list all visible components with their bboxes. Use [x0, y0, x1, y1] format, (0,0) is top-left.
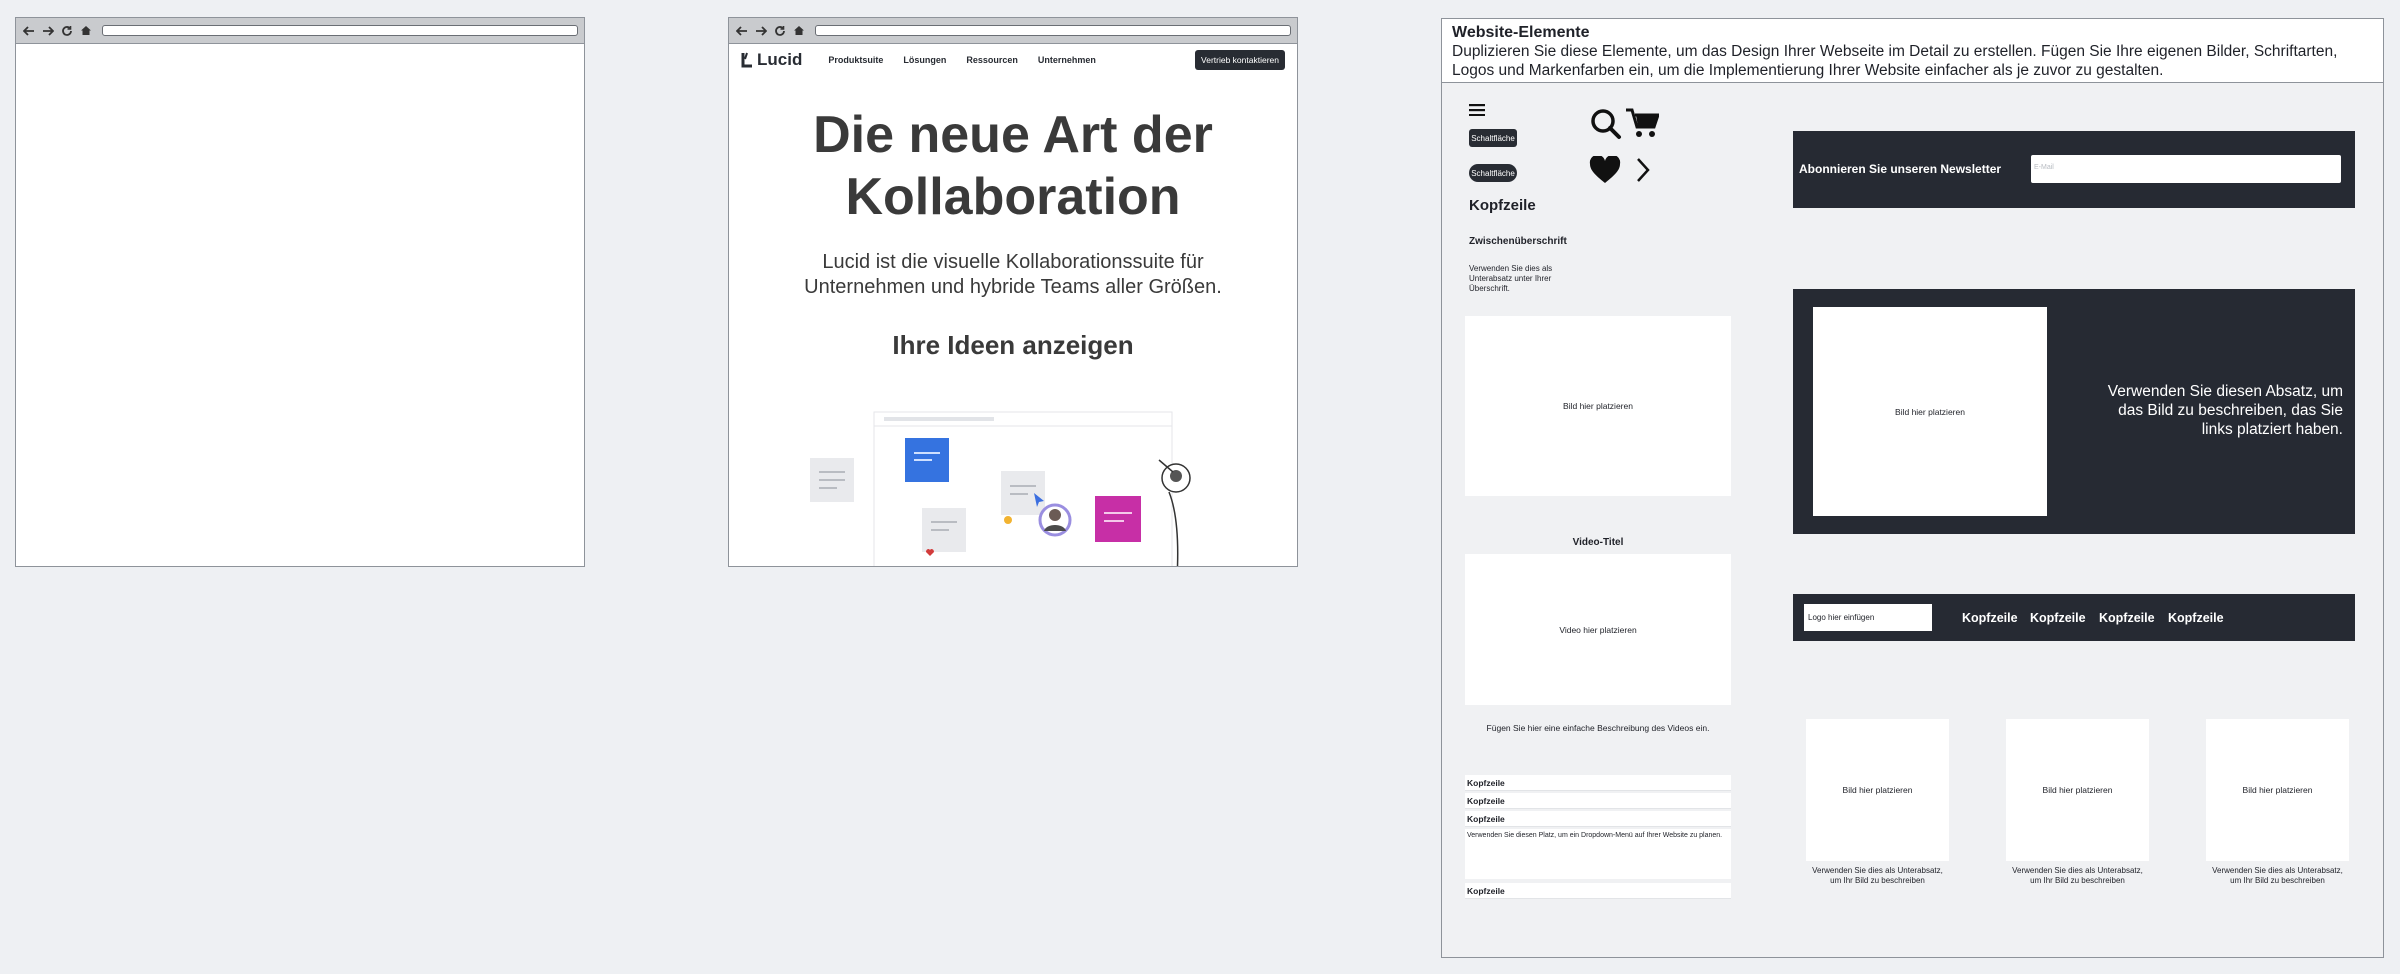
- lucid-logo[interactable]: Lucid: [741, 50, 802, 70]
- panel-title: Website-Elemente: [1452, 24, 1590, 41]
- menu-item-2[interactable]: Kopfzeile: [2030, 611, 2086, 625]
- accordion-item-4[interactable]: Kopfzeile: [1465, 883, 1731, 899]
- url-bar[interactable]: [815, 25, 1291, 36]
- refresh-icon[interactable]: [773, 24, 787, 38]
- hero-section: Die neue Art der Kollaboration Lucid ist…: [729, 104, 1297, 361]
- feature-image-placeholder: Bild hier platzieren: [1813, 307, 2047, 516]
- card-caption-1: Verwenden Sie dies als Unterabsatz, um I…: [1812, 866, 1943, 885]
- accordion-item-1[interactable]: Kopfzeile: [1465, 775, 1731, 791]
- accordion-item-3[interactable]: Kopfzeile: [1465, 811, 1731, 827]
- heart-icon[interactable]: [1589, 156, 1621, 184]
- nav-link-unternehmen[interactable]: Unternehmen: [1038, 55, 1096, 65]
- newsletter-label: Abonnieren Sie unseren Newsletter: [1799, 162, 2002, 176]
- hero-title: Die neue Art der Kollaboration: [729, 104, 1297, 228]
- menu-bar: Logo hier einfügen Kopfzeile Kopfzeile K…: [1793, 594, 2355, 641]
- header-sample: Kopfzeile: [1469, 197, 1536, 214]
- lucid-logo-icon: [741, 52, 752, 68]
- menu-item-3[interactable]: Kopfzeile: [2099, 611, 2155, 625]
- browser-toolbar: [729, 18, 1297, 44]
- browser-toolbar: [16, 18, 584, 44]
- nav-link-produktsuite[interactable]: Produktsuite: [828, 55, 883, 65]
- panel-description: Duplizieren Sie diese Elemente, um das D…: [1452, 43, 2338, 79]
- card-image-3: Bild hier platzieren: [2206, 719, 2349, 861]
- hero-subtitle: Ihre Ideen anzeigen: [892, 330, 1134, 360]
- card-image-2: Bild hier platzieren: [2006, 719, 2149, 861]
- panel-header: Website-Elemente Duplizieren Sie diese E…: [1442, 19, 2383, 83]
- hero-title-line-1: Die neue Art der: [813, 106, 1213, 164]
- card-caption-3: Verwenden Sie dies als Unterabsatz, um I…: [2212, 866, 2343, 885]
- logo-placeholder[interactable]: Logo hier einfügen: [1804, 604, 1932, 631]
- subheader-sample: Zwischenüberschrift: [1469, 236, 1567, 247]
- site-navigation: Lucid Produktsuite Lösungen Ressourcen U…: [729, 44, 1297, 76]
- blank-browser-window: [15, 17, 585, 567]
- contact-sales-button[interactable]: Vertrieb kontaktieren: [1195, 50, 1285, 70]
- video-description: Fügen Sie hier eine einfache Beschreibun…: [1486, 723, 1710, 733]
- lucid-browser-window: Lucid Produktsuite Lösungen Ressourcen U…: [728, 17, 1298, 567]
- nav-links: Produktsuite Lösungen Ressourcen Unterne…: [828, 55, 1195, 65]
- collaboration-illustration: [810, 411, 1191, 566]
- video-title: Video-Titel: [1572, 537, 1624, 548]
- button-sample-2[interactable]: Schaltfläche: [1469, 164, 1517, 182]
- back-arrow-icon[interactable]: [22, 24, 36, 38]
- home-icon[interactable]: [79, 24, 93, 38]
- newsletter-email-field[interactable]: E-Mail: [2031, 155, 2341, 183]
- forward-arrow-icon[interactable]: [754, 24, 768, 38]
- feature-band: Bild hier platzieren Verwenden Sie diese…: [1793, 289, 2355, 534]
- hamburger-menu-icon[interactable]: [1469, 104, 1485, 116]
- shopping-cart-icon[interactable]: [1625, 107, 1659, 139]
- url-bar[interactable]: [102, 25, 578, 36]
- button-sample-1[interactable]: Schaltfläche: [1469, 129, 1517, 147]
- video-placeholder[interactable]: Video hier platzieren: [1465, 554, 1731, 705]
- back-arrow-icon[interactable]: [735, 24, 749, 38]
- search-icon[interactable]: [1590, 108, 1622, 140]
- website-elements-panel: Website-Elemente Duplizieren Sie diese E…: [1441, 18, 2384, 958]
- card-image-1: Bild hier platzieren: [1806, 719, 1949, 861]
- newsletter-band: Abonnieren Sie unseren Newsletter E-Mail: [1793, 131, 2355, 208]
- menu-item-4[interactable]: Kopfzeile: [2168, 611, 2224, 625]
- accordion-panel-text: Verwenden Sie diesen Platz, um ein Dropd…: [1465, 829, 1731, 879]
- menu-item-1[interactable]: Kopfzeile: [1962, 611, 2018, 625]
- home-icon[interactable]: [792, 24, 806, 38]
- accordion-item-2[interactable]: Kopfzeile: [1465, 793, 1731, 809]
- nav-link-loesungen[interactable]: Lösungen: [903, 55, 946, 65]
- hero-text: Lucid ist die visuelle Kollaborationssui…: [804, 251, 1222, 298]
- forward-arrow-icon[interactable]: [41, 24, 55, 38]
- newsletter-email-placeholder: E-Mail: [2034, 164, 2054, 171]
- image-placeholder: Bild hier platzieren: [1465, 316, 1731, 496]
- subheader-text: Verwenden Sie dies als Unterabsatz unter…: [1469, 264, 1553, 293]
- feature-text: Verwenden Sie diesen Absatz, um das Bild…: [2107, 383, 2343, 438]
- chevron-right-icon[interactable]: [1635, 157, 1651, 183]
- nav-link-ressourcen[interactable]: Ressourcen: [966, 55, 1018, 65]
- logo-text: Lucid: [757, 50, 803, 69]
- refresh-icon[interactable]: [60, 24, 74, 38]
- sticky-note-magenta: [1095, 496, 1141, 542]
- hero-title-line-2: Kollaboration: [845, 168, 1181, 226]
- card-caption-2: Verwenden Sie dies als Unterabsatz, um I…: [2012, 866, 2143, 885]
